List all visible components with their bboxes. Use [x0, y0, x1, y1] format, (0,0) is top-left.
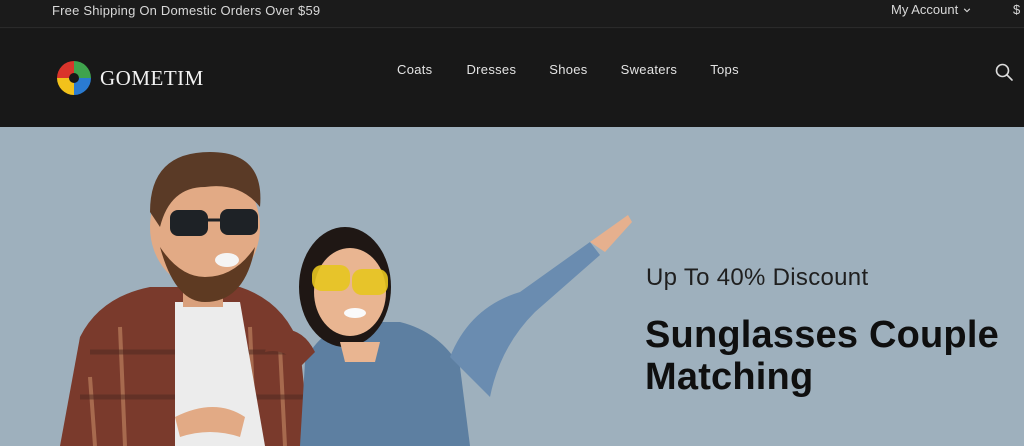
hero-headline-line1: Sunglasses Couple: [645, 314, 999, 356]
hero-headline: Sunglasses Couple Matching: [645, 314, 1024, 398]
my-account-label: My Account: [891, 2, 959, 17]
woman-figure: [299, 215, 632, 446]
hero-image: [60, 152, 632, 446]
site-header: GOMETIM Coats Dresses Shoes Sweaters Top…: [0, 29, 1024, 127]
nav-item-dresses[interactable]: Dresses: [466, 62, 516, 77]
search-icon[interactable]: [994, 62, 1014, 82]
logo-icon: [57, 61, 91, 95]
nav-item-sweaters[interactable]: Sweaters: [621, 62, 678, 77]
shipping-notice: Free Shipping On Domestic Orders Over $5…: [52, 3, 321, 18]
chevron-down-icon: [964, 7, 971, 12]
logo-text: GOMETIM: [100, 65, 204, 90]
hero-headline-line2: Matching: [645, 356, 814, 398]
nav-item-coats[interactable]: Coats: [397, 62, 432, 77]
hero-banner[interactable]: Up To 40% Discount Sunglasses Couple Mat…: [0, 127, 1024, 446]
announcement-bar: Free Shipping On Domestic Orders Over $5…: [0, 0, 1024, 28]
my-account-menu[interactable]: My Account: [891, 2, 971, 17]
promo-text: Up To 40% Discount: [646, 264, 869, 291]
main-nav: Coats Dresses Shoes Sweaters Tops: [397, 62, 739, 77]
nav-item-tops[interactable]: Tops: [710, 62, 739, 77]
currency-selector[interactable]: $: [1013, 2, 1020, 17]
man-figure: [60, 152, 310, 446]
site-logo[interactable]: GOMETIM: [54, 58, 204, 98]
nav-item-shoes[interactable]: Shoes: [549, 62, 587, 77]
